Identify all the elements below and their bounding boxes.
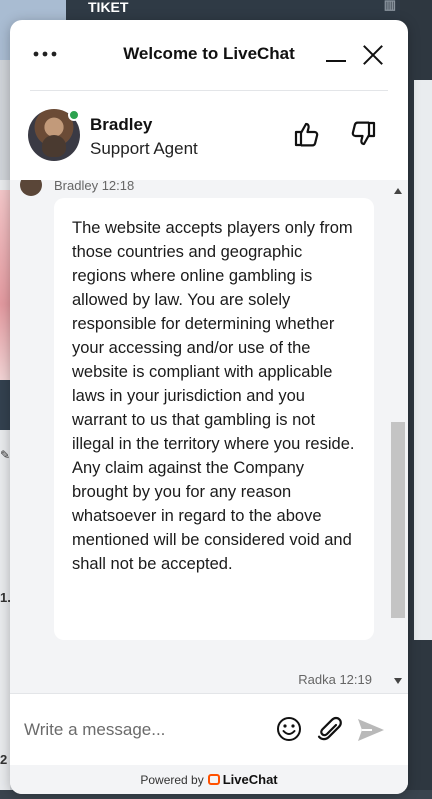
background-banner <box>0 190 10 380</box>
powered-by-footer: Powered by LiveChat <box>10 765 408 794</box>
paperclip-icon <box>317 716 342 741</box>
message-bubble: The website accepts players only from th… <box>54 198 374 640</box>
rate-good-button[interactable] <box>292 119 322 149</box>
background-edit-icon: ✎ <box>0 448 11 462</box>
livechat-brand-link[interactable]: LiveChat <box>223 772 278 787</box>
background-header-label: TIKET <box>88 0 129 15</box>
close-button[interactable] <box>362 44 384 66</box>
background-header-bar: TIKET ▥ <box>66 0 406 22</box>
rate-bad-button[interactable] <box>348 119 378 149</box>
agent-role: Support Agent <box>90 139 198 158</box>
minimize-button[interactable] <box>326 50 346 62</box>
agent-small-avatar <box>20 180 42 196</box>
message-scrollbar[interactable] <box>388 180 408 693</box>
agent-name: Bradley <box>90 115 153 134</box>
background-dark-block <box>0 380 10 430</box>
scroll-thumb[interactable] <box>391 422 405 618</box>
emoji-button[interactable] <box>276 716 302 742</box>
trash-icon: ▥ <box>383 0 396 12</box>
thumbs-down-icon <box>351 121 376 146</box>
message-composer <box>10 693 408 765</box>
background-text-2: 2 <box>0 752 8 767</box>
livechat-window: Welcome to LiveChat Bradley Support Agen… <box>10 20 408 794</box>
scroll-up-arrow-icon[interactable] <box>394 188 402 194</box>
thumbs-up-icon <box>294 122 319 147</box>
attach-file-button[interactable] <box>316 716 344 744</box>
chat-header: Welcome to LiveChat <box>10 20 408 90</box>
livechat-logo-icon <box>207 774 220 785</box>
scroll-down-arrow-icon[interactable] <box>394 678 402 684</box>
emoji-icon <box>277 717 301 741</box>
chat-title: Welcome to LiveChat <box>123 44 295 63</box>
message-input[interactable] <box>24 714 264 746</box>
powered-by-label: Powered by <box>140 773 204 787</box>
send-icon <box>358 719 384 741</box>
send-button[interactable] <box>356 716 386 744</box>
agent-info: Bradley Support Agent <box>10 91 408 181</box>
message-meta: Bradley 12:18 <box>54 180 135 193</box>
online-status-indicator <box>68 109 80 121</box>
message-list[interactable]: Bradley 12:18 The website accepts player… <box>10 180 408 693</box>
message-meta: Radka 12:19 <box>298 672 372 687</box>
